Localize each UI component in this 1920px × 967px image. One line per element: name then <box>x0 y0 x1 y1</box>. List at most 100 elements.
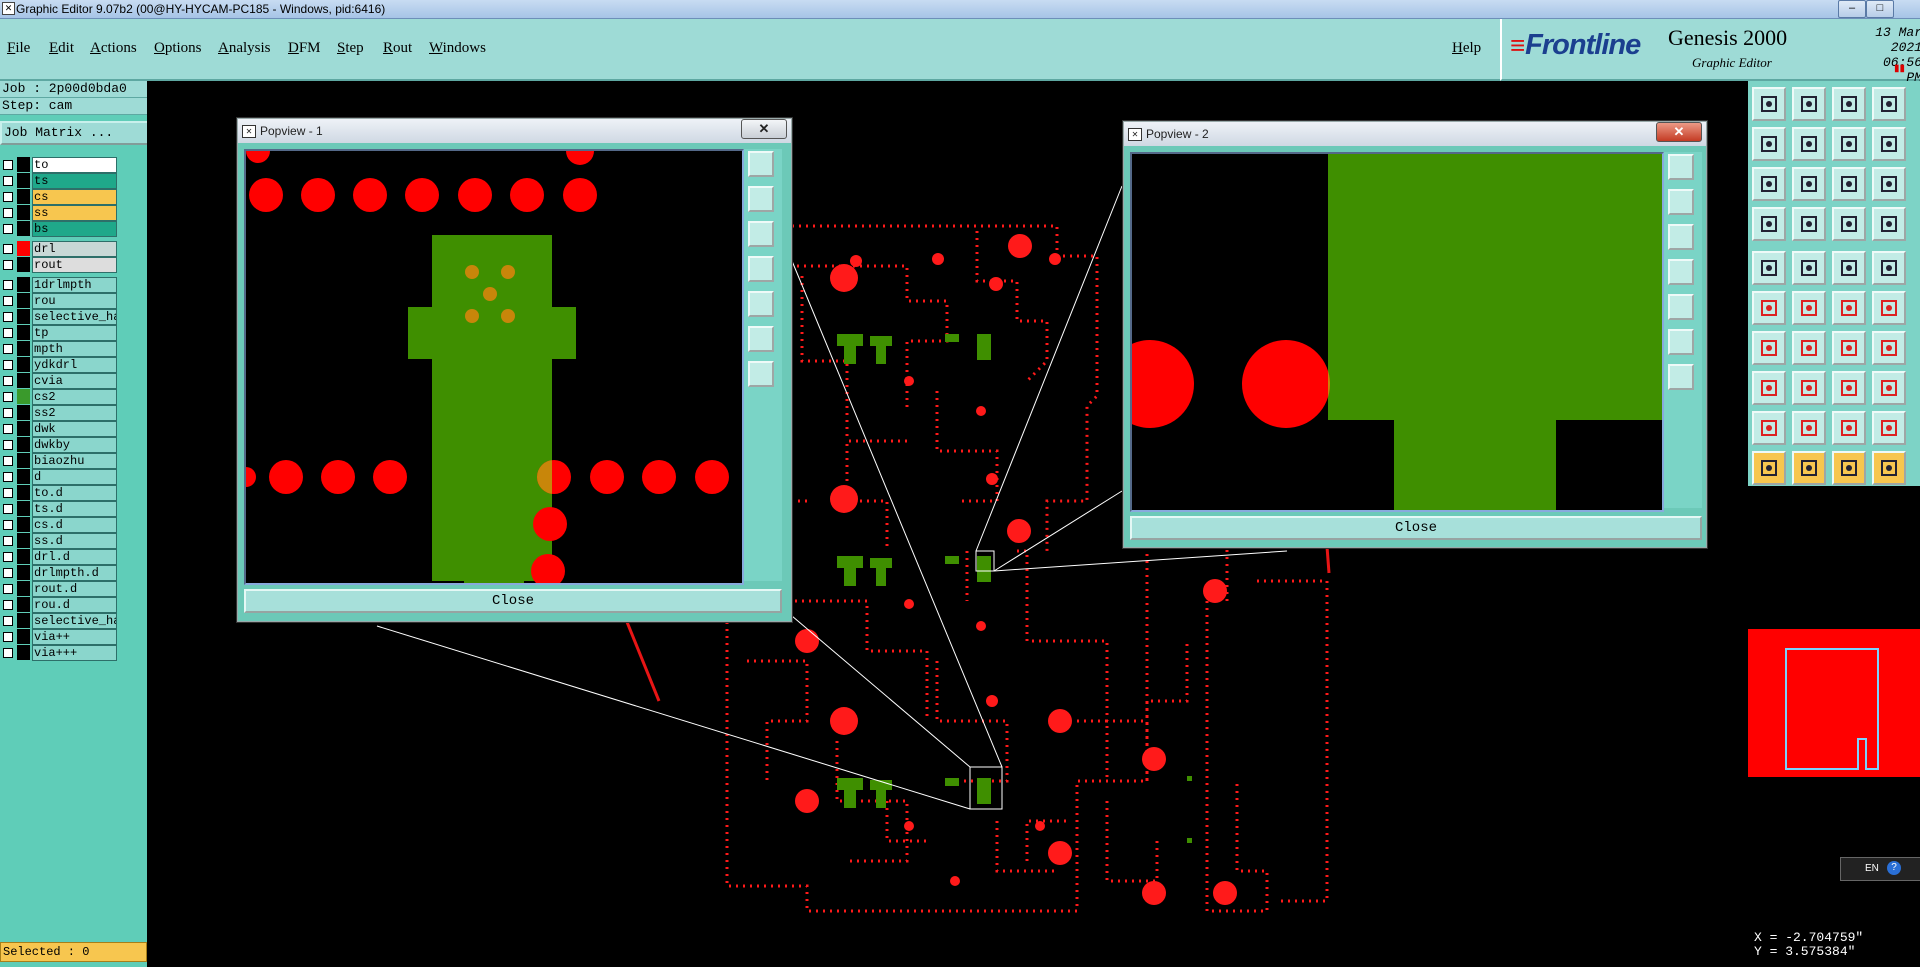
measure-icon[interactable] <box>1752 207 1786 241</box>
layer-checkbox[interactable] <box>3 408 13 418</box>
layer-color-swatch[interactable] <box>17 629 30 644</box>
layer-name[interactable]: selective_ha <box>32 309 117 325</box>
layer-checkbox[interactable] <box>3 552 13 562</box>
maximize-button[interactable]: □ <box>1866 0 1894 18</box>
layer-row[interactable]: ss <box>0 205 117 221</box>
layer-color-swatch[interactable] <box>17 373 30 388</box>
minimize-button[interactable]: – <box>1838 0 1866 18</box>
layer-checkbox[interactable] <box>3 312 13 322</box>
layer-name[interactable]: rout.d <box>32 581 117 597</box>
align-icon[interactable] <box>1832 371 1866 405</box>
open-icon[interactable] <box>1792 87 1826 121</box>
layer-color-swatch[interactable] <box>17 581 30 596</box>
layer-name[interactable]: ydkdrl <box>32 357 117 373</box>
layer-color-swatch[interactable] <box>17 597 30 612</box>
layer-name[interactable]: bs <box>32 221 117 237</box>
layer-row[interactable]: ss2 <box>0 405 117 421</box>
layer-row[interactable]: biaozhu <box>0 453 117 469</box>
popview-1[interactable]: ✕ Popview - 1 ✕ Close <box>237 118 792 622</box>
popview-2-tool-7[interactable] <box>1668 364 1694 390</box>
layer-checkbox[interactable] <box>3 224 13 234</box>
popview-1-tool-1[interactable] <box>748 151 774 177</box>
stop-icon[interactable] <box>1872 207 1906 241</box>
layer-color-swatch[interactable] <box>17 405 30 420</box>
layer-name[interactable]: cvia <box>32 373 117 389</box>
menu-windows[interactable]: Windows <box>429 40 486 57</box>
layer-name[interactable]: rou <box>32 293 117 309</box>
layer-color-swatch[interactable] <box>17 357 30 372</box>
layer-checkbox[interactable] <box>3 536 13 546</box>
layer-color-swatch[interactable] <box>17 309 30 324</box>
line-icon[interactable] <box>1752 331 1786 365</box>
layer-name[interactable]: to.d <box>32 485 117 501</box>
layer-checkbox[interactable] <box>3 616 13 626</box>
layer-row[interactable]: cs2 <box>0 389 117 405</box>
layer-name[interactable]: ss2 <box>32 405 117 421</box>
layer-checkbox[interactable] <box>3 520 13 530</box>
layer-name[interactable]: ts <box>32 173 117 189</box>
layer-row[interactable]: mpth <box>0 341 117 357</box>
cursor-icon[interactable] <box>1752 451 1786 485</box>
pad-icon[interactable] <box>1872 251 1906 285</box>
pan-icon[interactable] <box>1792 167 1826 201</box>
layer-color-swatch[interactable] <box>17 421 30 436</box>
layer-name[interactable]: ss.d <box>32 533 117 549</box>
slope-icon[interactable] <box>1792 331 1826 365</box>
layer-name[interactable]: via++ <box>32 629 117 645</box>
menu-rout[interactable]: Rout <box>383 40 412 57</box>
cursor-path-icon[interactable] <box>1872 451 1906 485</box>
popview-2-close-button[interactable]: Close <box>1130 516 1702 540</box>
help-icon[interactable]: ? <box>1887 861 1901 875</box>
arc-icon[interactable] <box>1832 331 1866 365</box>
layer-checkbox[interactable] <box>3 260 13 270</box>
layer-name[interactable]: d <box>32 469 117 485</box>
link-icon[interactable] <box>1832 291 1866 325</box>
save-icon[interactable] <box>1752 87 1786 121</box>
scale-icon[interactable] <box>1832 167 1866 201</box>
popview-1-tool-4[interactable] <box>748 256 774 282</box>
import-icon[interactable] <box>1752 127 1786 161</box>
feature-icon[interactable] <box>1872 331 1906 365</box>
layer-color-swatch[interactable] <box>17 389 30 404</box>
layer-row[interactable]: ss.d <box>0 533 117 549</box>
cursor-frame-icon[interactable] <box>1792 451 1826 485</box>
zoom-fit-icon[interactable] <box>1752 167 1786 201</box>
popview-2[interactable]: ✕ Popview - 2 ✕ Close <box>1123 121 1707 548</box>
layer-checkbox[interactable] <box>3 424 13 434</box>
menu-options[interactable]: Options <box>154 40 202 57</box>
layer-checkbox[interactable] <box>3 296 13 306</box>
layer-row[interactable]: rout <box>0 257 117 273</box>
select-point-icon[interactable] <box>1752 251 1786 285</box>
layer-row[interactable]: 1drlmpth <box>0 277 117 293</box>
layer-checkbox[interactable] <box>3 472 13 482</box>
layer-checkbox[interactable] <box>3 328 13 338</box>
layer-name[interactable]: drlmpth.d <box>32 565 117 581</box>
layer-name[interactable]: cs2 <box>32 389 117 405</box>
board-overview[interactable] <box>1748 629 1920 777</box>
layer-name[interactable]: rout <box>32 257 117 273</box>
layer-name[interactable]: biaozhu <box>32 453 117 469</box>
layer-name[interactable]: selective_ha <box>32 613 117 629</box>
layer-name[interactable]: cs <box>32 189 117 205</box>
layer-checkbox[interactable] <box>3 648 13 658</box>
layer-color-swatch[interactable] <box>17 517 30 532</box>
cursor-edit-icon[interactable] <box>1832 451 1866 485</box>
layer-color-swatch[interactable] <box>17 205 30 220</box>
layer-color-swatch[interactable] <box>17 325 30 340</box>
popview-2-tool-6[interactable] <box>1668 329 1694 355</box>
layer-checkbox[interactable] <box>3 160 13 170</box>
layer-name[interactable]: to <box>32 157 117 173</box>
layer-checkbox[interactable] <box>3 600 13 610</box>
layer-color-swatch[interactable] <box>17 565 30 580</box>
layer-name[interactable]: dwk <box>32 421 117 437</box>
popview-1-viewport[interactable] <box>244 149 744 585</box>
redo-icon[interactable] <box>1872 127 1906 161</box>
layer-row[interactable]: cvia <box>0 373 117 389</box>
cross-icon[interactable] <box>1792 291 1826 325</box>
layer-color-swatch[interactable] <box>17 453 30 468</box>
popview-1-tool-7[interactable] <box>748 361 774 387</box>
layer-row[interactable]: ydkdrl <box>0 357 117 373</box>
layer-row[interactable]: drl.d <box>0 549 117 565</box>
layer-color-swatch[interactable] <box>17 613 30 628</box>
layer-row[interactable]: bs <box>0 221 117 237</box>
